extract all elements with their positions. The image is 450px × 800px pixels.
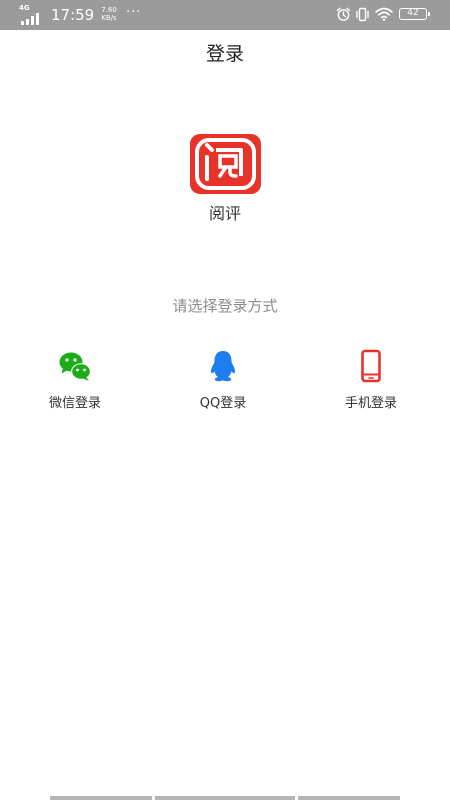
speed-value: 7.60: [101, 6, 117, 14]
phone-login-button[interactable]: 手机登录: [311, 348, 431, 418]
qq-icon: [210, 351, 236, 382]
login-method-prompt: 请选择登录方式: [172, 297, 278, 315]
alarm-icon: [336, 7, 351, 21]
wechat-icon: [59, 352, 91, 381]
nav-handle-center[interactable]: [155, 796, 295, 800]
qq-login-label: QQ登录: [199, 396, 247, 411]
wifi-icon: [375, 7, 393, 21]
page-title: 登录: [205, 43, 244, 65]
battery-icon: 42: [399, 8, 430, 20]
status-bar: 4G 17:59 7.60 KB/s ··· 42: [0, 0, 450, 30]
clock: 17:59: [51, 6, 95, 24]
app-logo-icon: [190, 134, 261, 194]
wechat-login-button[interactable]: 微信登录: [15, 348, 135, 418]
vibrate-icon: [356, 7, 369, 22]
speed-unit: KB/s: [101, 14, 117, 22]
network-type: 4G: [19, 4, 30, 12]
network-speed: 7.60 KB/s: [98, 6, 120, 22]
qq-login-button[interactable]: QQ登录: [163, 348, 283, 418]
signal-icon: 4G: [19, 4, 45, 25]
wechat-login-label: 微信登录: [48, 396, 101, 411]
phone-login-label: 手机登录: [344, 396, 397, 411]
more-notifications-icon: ···: [126, 5, 142, 20]
nav-handle-right[interactable]: [298, 796, 400, 800]
nav-handle-left[interactable]: [50, 796, 152, 800]
app-name: 阅评: [208, 204, 241, 223]
phone-icon: [361, 349, 381, 383]
